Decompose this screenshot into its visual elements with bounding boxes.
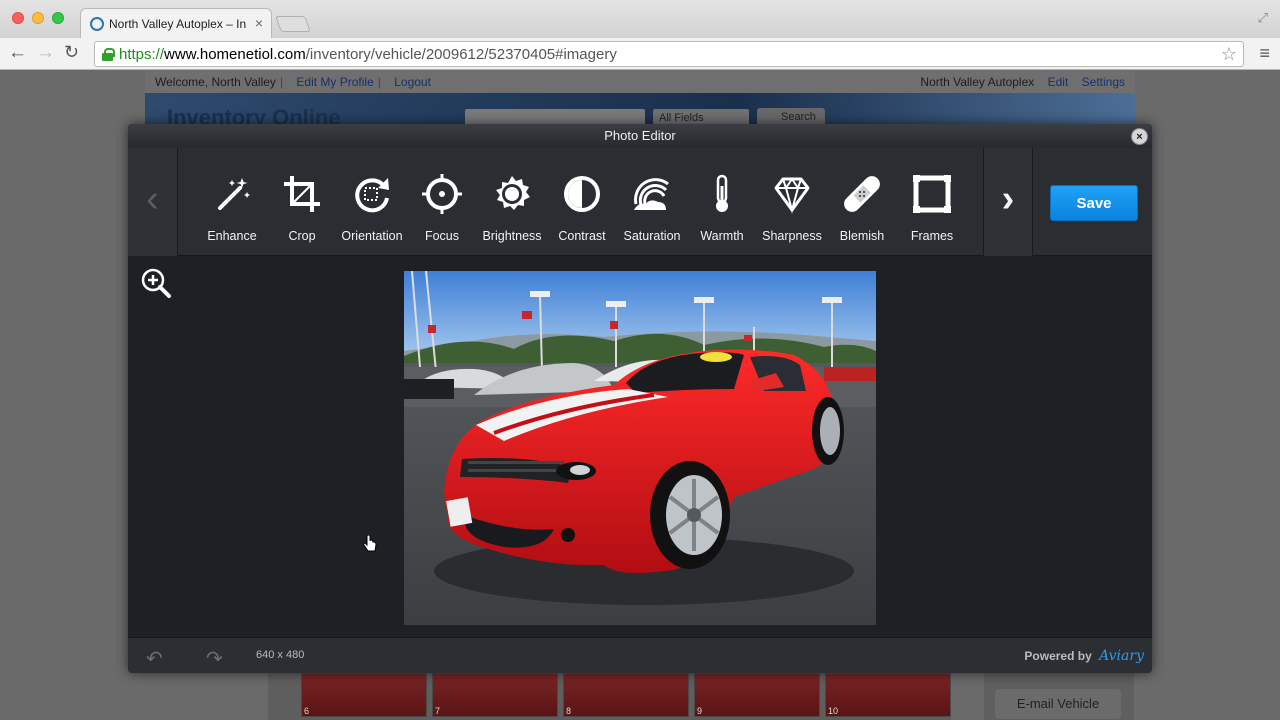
vehicle-photo[interactable] [404, 271, 876, 625]
magic-wand-icon [218, 178, 250, 210]
sun-icon [496, 176, 530, 210]
undo-icon[interactable]: ↶ [146, 646, 163, 671]
diamond-icon [774, 177, 810, 214]
tool-label: Sharpness [762, 229, 822, 243]
forward-arrow-icon[interactable]: → [36, 42, 55, 64]
tab-title: North Valley Autoplex – In [109, 17, 247, 31]
bookmark-star-icon[interactable]: ☆ [1221, 44, 1237, 65]
lock-icon [102, 48, 115, 61]
tool-frames[interactable]: Frames [897, 174, 967, 243]
url-host: www.homenetiol.com [164, 46, 306, 63]
powered-by-label: Powered by [1024, 649, 1092, 663]
tool-blemish[interactable]: Blemish [827, 174, 897, 243]
tool-label: Enhance [207, 229, 257, 243]
tool-label: Crop [288, 229, 316, 243]
url-path: /inventory/vehicle/2009612/52370405#imag… [305, 46, 617, 63]
new-tab-button[interactable] [275, 16, 311, 32]
rotate-icon [355, 178, 389, 213]
tool-sharpness[interactable]: Sharpness [757, 174, 827, 243]
aviary-logo[interactable]: Aviary [1099, 648, 1144, 664]
thumbnail[interactable]: 10 [825, 673, 951, 717]
zoom-in-icon[interactable] [140, 267, 172, 299]
tool-label: Saturation [623, 229, 681, 243]
tab-close-icon[interactable]: × [255, 15, 263, 31]
browser-toolbar: ← → ↻ https://www.homenetiol.com/invento… [0, 38, 1280, 70]
frame-icon [913, 175, 951, 213]
url-scheme: https:// [119, 46, 165, 63]
settings-link[interactable]: Settings [1082, 75, 1125, 89]
browser-tab[interactable]: North Valley Autoplex – In × [80, 8, 272, 38]
email-vehicle-button[interactable]: E-mail Vehicle [995, 689, 1121, 719]
close-icon[interactable]: × [1131, 128, 1148, 145]
browser-tabbar: North Valley Autoplex – In × ⤢ [0, 0, 1280, 38]
site-favicon-icon [90, 17, 104, 31]
thermometer-icon [716, 174, 728, 212]
hand-cursor-icon [363, 535, 377, 552]
editor-canvas [128, 257, 1152, 637]
dealer-selector[interactable]: North Valley Autoplex [920, 75, 1034, 89]
thumbnail[interactable]: 9 [694, 673, 820, 717]
focus-icon [422, 174, 462, 214]
tool-saturation[interactable]: Saturation [617, 174, 687, 243]
saturation-icon [634, 178, 669, 210]
save-button[interactable]: Save [1050, 185, 1138, 221]
tool-enhance[interactable]: Enhance [197, 174, 267, 243]
tool-strip: ‹ Enhance Crop Orientation Focus Brightn… [128, 148, 1152, 256]
fullscreen-icon[interactable]: ⤢ [1258, 10, 1268, 26]
modal-title: Photo Editor [128, 124, 1152, 148]
redo-icon[interactable]: ↷ [206, 646, 223, 671]
prev-tools-chevron-icon[interactable]: ‹ [128, 148, 178, 256]
editor-footer: ↶ ↷ 640 x 480 Powered by Aviary [128, 637, 1152, 673]
browser-menu-icon[interactable]: ≡ [1259, 44, 1270, 62]
site-top-nav: Welcome, North Valley | Edit My Profile | … [145, 71, 1135, 93]
tool-orientation[interactable]: Orientation [337, 174, 407, 243]
tool-label: Brightness [482, 229, 542, 243]
thumbnail[interactable]: 7 [432, 673, 558, 717]
tool-brightness[interactable]: Brightness [477, 174, 547, 243]
welcome-text: Welcome, North Valley [155, 75, 276, 89]
bandage-icon [844, 176, 880, 212]
tool-focus[interactable]: Focus [407, 174, 477, 243]
tool-label: Frames [910, 229, 954, 243]
tool-crop[interactable]: Crop [267, 174, 337, 243]
powered-by: Powered by Aviary [1024, 648, 1144, 664]
tool-label: Blemish [839, 229, 885, 243]
maximize-window-button[interactable] [52, 12, 64, 24]
logout-link[interactable]: Logout [394, 75, 431, 89]
minimize-window-button[interactable] [32, 12, 44, 24]
photo-editor-modal: Photo Editor × ‹ Enhance Crop Orientatio… [128, 124, 1152, 673]
thumbnail[interactable]: 8 [563, 673, 689, 717]
edit-profile-link[interactable]: Edit My Profile [296, 75, 373, 89]
tool-label: Contrast [558, 229, 606, 243]
address-bar[interactable]: https://www.homenetiol.com/inventory/veh… [94, 41, 1244, 67]
contrast-icon [564, 176, 600, 212]
edit-link[interactable]: Edit [1048, 75, 1069, 89]
tool-contrast[interactable]: Contrast [547, 174, 617, 243]
tool-label: Focus [424, 229, 460, 243]
crop-icon [284, 176, 320, 212]
reload-icon[interactable]: ↻ [64, 42, 79, 63]
thumbnail[interactable]: 6 [301, 673, 427, 717]
close-window-button[interactable] [12, 12, 24, 24]
thumbnail-strip: 6 7 8 9 10 [268, 669, 951, 720]
tool-label: Warmth [700, 229, 744, 243]
back-arrow-icon[interactable]: ← [8, 42, 27, 64]
next-tools-chevron-icon[interactable]: › [983, 148, 1033, 256]
tool-warmth[interactable]: Warmth [687, 174, 757, 243]
tool-label: Orientation [341, 229, 403, 243]
image-dimensions: 640 x 480 [256, 649, 305, 661]
